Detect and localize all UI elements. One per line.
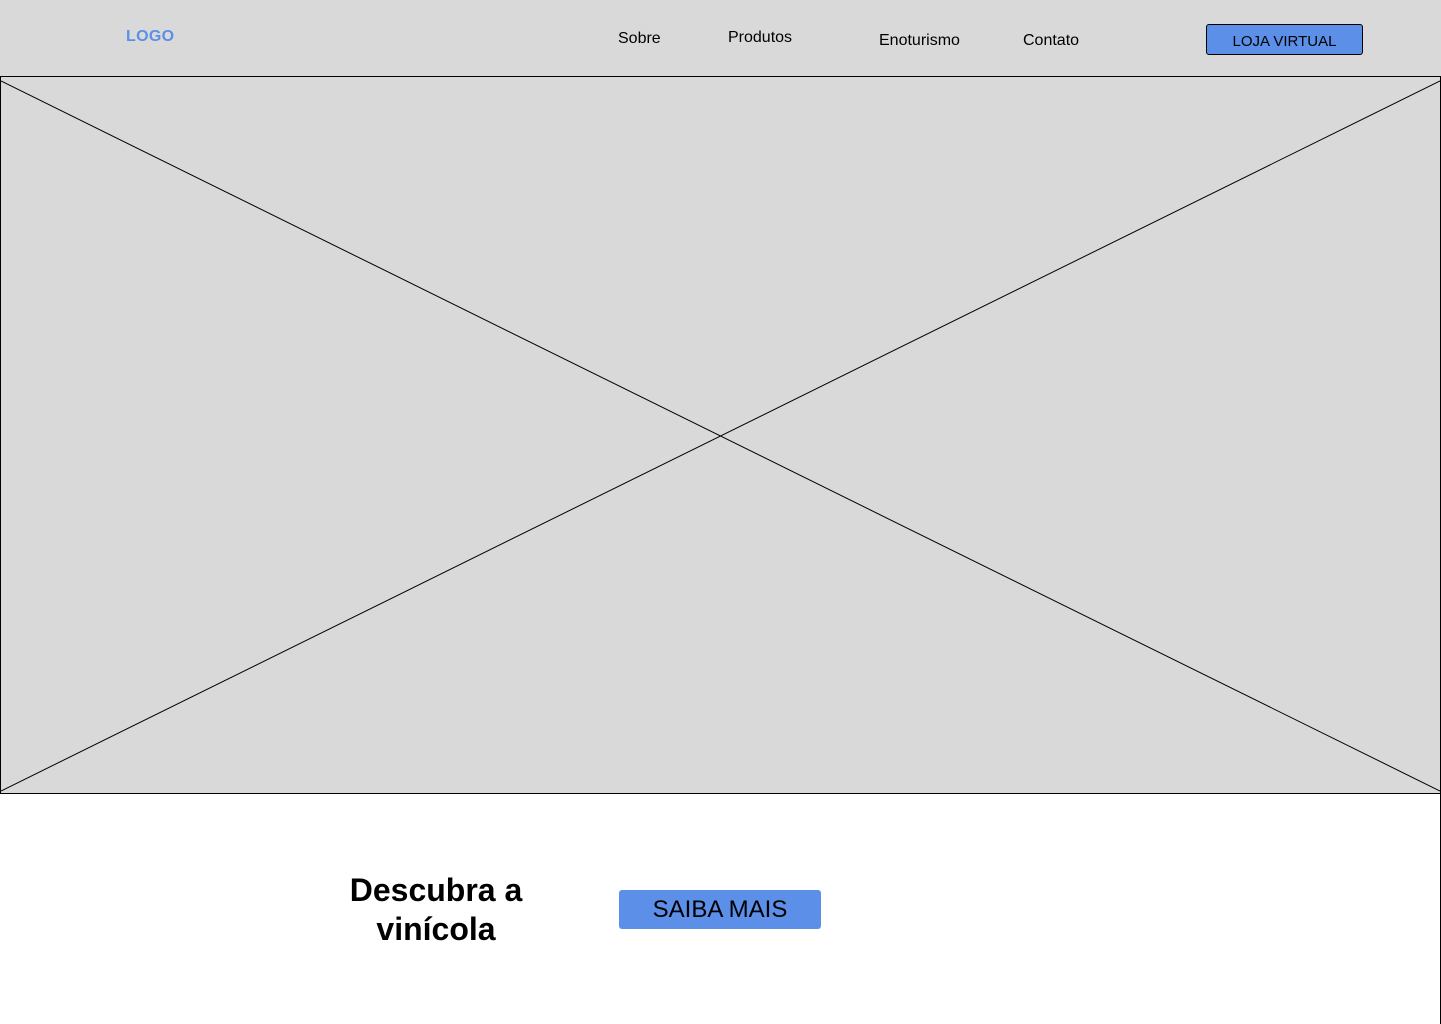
nav-link-contato[interactable]: Contato bbox=[1023, 31, 1079, 51]
nav-link-produtos[interactable]: Produtos bbox=[728, 28, 792, 48]
cta-heading-line2: vinícola bbox=[376, 911, 496, 947]
hero-image-placeholder bbox=[0, 76, 1441, 794]
nav-link-enoturismo[interactable]: Enoturismo bbox=[879, 31, 960, 51]
cta-heading-line1: Descubra a bbox=[349, 872, 523, 908]
logo[interactable]: LOGO bbox=[126, 27, 174, 47]
store-button[interactable]: LOJA VIRTUAL bbox=[1206, 24, 1363, 55]
learn-more-button[interactable]: SAIBA MAIS bbox=[619, 890, 821, 929]
placeholder-cross-icon bbox=[1, 80, 1440, 792]
top-header: LOGO Sobre Produtos Enoturismo Contato L… bbox=[0, 0, 1441, 76]
page: LOGO Sobre Produtos Enoturismo Contato L… bbox=[0, 0, 1441, 1024]
cta-heading: Descubra a vinícola bbox=[336, 871, 536, 949]
nav-link-sobre[interactable]: Sobre bbox=[618, 29, 661, 49]
